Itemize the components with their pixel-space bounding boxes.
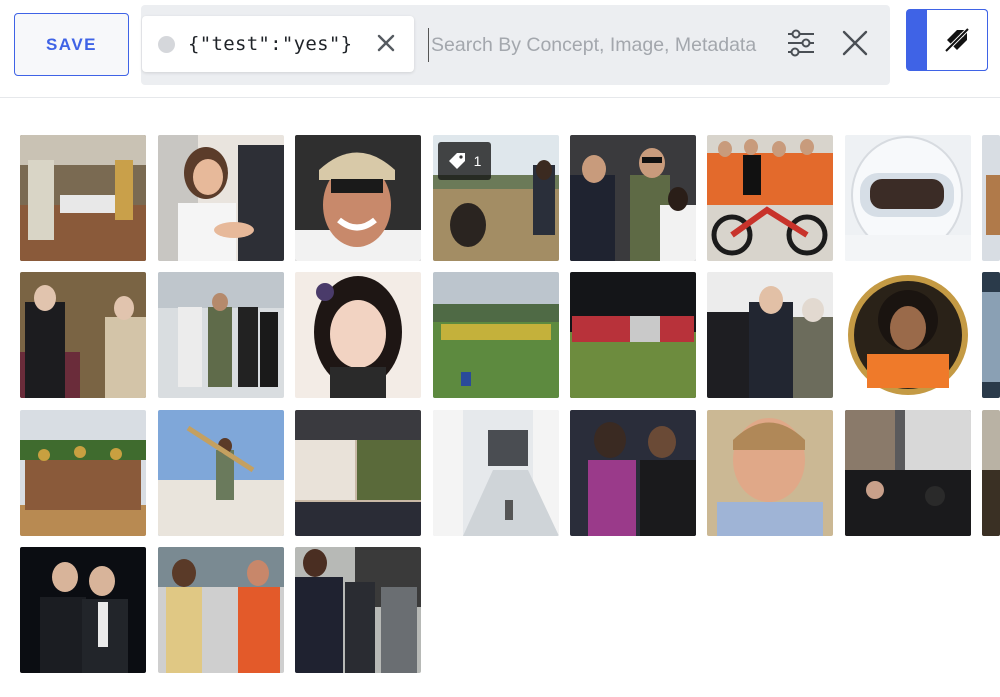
thumbnail-image xyxy=(570,410,696,536)
tag-icon xyxy=(448,153,465,169)
thumbnail-image xyxy=(158,410,284,536)
thumbnail-image xyxy=(20,547,146,673)
thumbnail-image xyxy=(570,135,696,261)
image-thumbnail[interactable] xyxy=(295,135,421,261)
thumbnail-image xyxy=(982,272,1000,398)
image-thumbnail[interactable] xyxy=(20,272,146,398)
thumbnail-image xyxy=(20,135,146,261)
image-thumbnail[interactable] xyxy=(158,410,284,536)
top-toolbar: SAVE {"test":"yes"} xyxy=(0,0,1000,98)
image-thumbnail[interactable] xyxy=(20,135,146,261)
thumbnail-image xyxy=(295,272,421,398)
image-thumbnail[interactable] xyxy=(433,272,559,398)
thumbnail-image xyxy=(707,272,833,398)
image-thumbnail[interactable] xyxy=(295,410,421,536)
search-input[interactable] xyxy=(428,28,773,62)
image-thumbnail[interactable] xyxy=(845,272,971,398)
tag-mode-button[interactable] xyxy=(927,9,988,71)
thumbnail-image xyxy=(707,135,833,261)
thumbnail-image xyxy=(295,547,421,673)
image-thumbnail[interactable] xyxy=(570,272,696,398)
tag-count: 1 xyxy=(473,153,482,169)
thumbnail-image xyxy=(845,410,971,536)
image-thumbnail[interactable] xyxy=(982,135,1000,261)
thumbnail-image xyxy=(570,272,696,398)
image-thumbnail[interactable] xyxy=(433,410,559,536)
thumbnail-image xyxy=(158,547,284,673)
chip-label: {"test":"yes"} xyxy=(188,33,353,55)
thumbnail-image xyxy=(20,272,146,398)
search-filter-chip[interactable]: {"test":"yes"} xyxy=(142,16,414,72)
thumbnail-image xyxy=(707,410,833,536)
image-thumbnail[interactable] xyxy=(707,135,833,261)
thumbnail-image xyxy=(845,135,971,261)
image-thumbnail[interactable] xyxy=(295,547,421,673)
image-thumbnail[interactable] xyxy=(20,547,146,673)
image-thumbnail[interactable] xyxy=(158,272,284,398)
image-thumbnail[interactable] xyxy=(20,410,146,536)
image-thumbnail[interactable] xyxy=(707,272,833,398)
chip-status-dot xyxy=(158,35,175,53)
image-thumbnail[interactable] xyxy=(707,410,833,536)
chip-close-icon[interactable] xyxy=(376,33,396,53)
sliders-icon[interactable] xyxy=(786,27,816,59)
tag-slash-icon xyxy=(944,27,970,53)
image-thumbnail[interactable] xyxy=(295,272,421,398)
tag-count-badge: 1 xyxy=(438,142,491,180)
thumbnail-image xyxy=(433,410,559,536)
thumbnail-image xyxy=(845,272,971,398)
save-button[interactable]: SAVE xyxy=(14,13,129,76)
close-icon[interactable] xyxy=(842,30,868,56)
image-thumbnail[interactable] xyxy=(158,547,284,673)
image-thumbnail[interactable] xyxy=(158,135,284,261)
thumbnail-image xyxy=(158,135,284,261)
thumbnail-image xyxy=(982,135,1000,261)
thumbnail-image xyxy=(20,410,146,536)
thumbnail-image xyxy=(982,410,1000,536)
thumbnail-image xyxy=(295,135,421,261)
image-thumbnail[interactable] xyxy=(982,272,1000,398)
thumbnail-image xyxy=(158,272,284,398)
image-thumbnail[interactable] xyxy=(845,135,971,261)
image-thumbnail[interactable] xyxy=(982,410,1000,536)
thumbnail-image xyxy=(295,410,421,536)
image-thumbnail[interactable] xyxy=(570,410,696,536)
thumbnail-image xyxy=(433,272,559,398)
image-thumbnail[interactable] xyxy=(845,410,971,536)
image-thumbnail[interactable] xyxy=(570,135,696,261)
